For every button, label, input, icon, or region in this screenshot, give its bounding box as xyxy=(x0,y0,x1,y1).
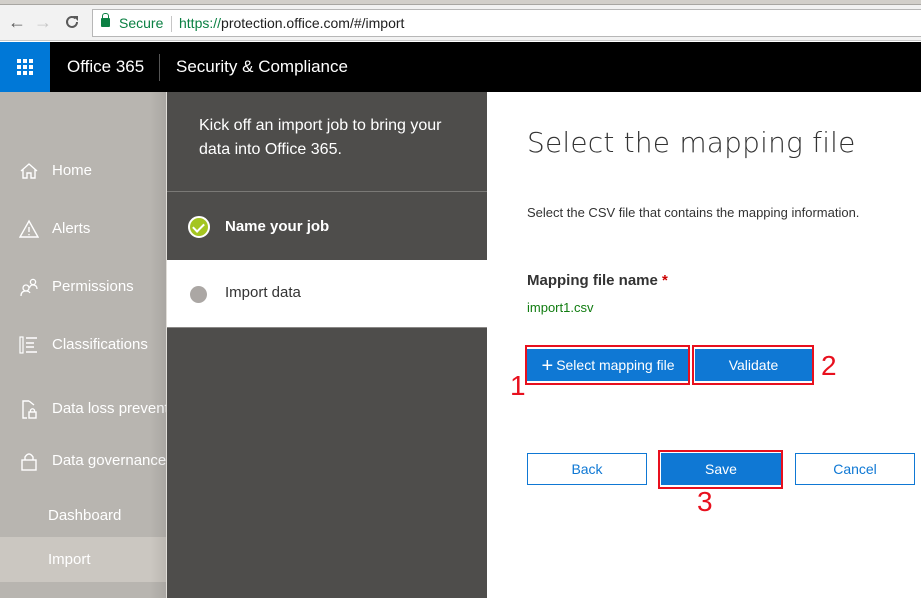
alert-icon xyxy=(19,219,39,238)
url-path: /#/import xyxy=(349,15,405,31)
sidebar-item-label: Permissions xyxy=(52,278,134,295)
url-scheme: https:// xyxy=(179,15,222,31)
url-text: https://protection.office.com/#/import xyxy=(179,10,404,36)
browser-toolbar: ← → Secure https://protection.office.com… xyxy=(0,5,921,41)
waffle-icon xyxy=(17,59,33,75)
sidebar-item-label: Alerts xyxy=(52,220,91,237)
secure-label: Secure xyxy=(119,15,164,31)
step-label: Import data xyxy=(225,284,301,301)
suite-header: Office 365 Security & Compliance xyxy=(0,42,921,92)
main-content: Select the mapping file Select the CSV f… xyxy=(487,92,921,598)
sidebar-item-classifications[interactable]: Classifications xyxy=(0,323,166,367)
annotation-number-2: 2 xyxy=(821,350,837,381)
required-marker: * xyxy=(662,272,668,289)
sidebar-item-alerts[interactable]: Alerts xyxy=(0,207,166,251)
reload-glyph xyxy=(66,15,78,28)
sidebar-item-label: Home xyxy=(52,162,93,179)
sidebar-subitem-dashboard[interactable]: Dashboard xyxy=(0,493,166,538)
sidebar-item-permissions[interactable]: Permissions xyxy=(0,265,166,309)
app-title[interactable]: Security & Compliance xyxy=(176,42,348,92)
page-description: Select the CSV file that contains the ma… xyxy=(527,205,860,220)
back-button[interactable]: Back xyxy=(527,453,647,485)
sidebar-item-data-loss-prevention[interactable]: Data loss prevention xyxy=(0,387,166,431)
step-label: Name your job xyxy=(225,218,330,235)
save-button[interactable]: Save xyxy=(661,453,781,485)
lock-icon xyxy=(21,453,37,471)
mapping-file-value: import1.csv xyxy=(527,300,594,315)
people-icon xyxy=(20,278,38,297)
address-separator xyxy=(171,16,172,32)
reload-icon[interactable] xyxy=(61,11,83,33)
cancel-button[interactable]: Cancel xyxy=(795,453,915,485)
sidebar-item-home[interactable]: Home xyxy=(0,149,166,193)
sidebar-item-label: Classifications xyxy=(52,336,148,353)
annotation-number-1: 1 xyxy=(510,370,526,401)
back-arrow-icon[interactable]: ← xyxy=(6,11,28,33)
forward-arrow-icon[interactable]: → xyxy=(32,11,54,33)
validate-button[interactable]: Validate xyxy=(695,349,812,381)
annotation-number-3: 3 xyxy=(697,486,713,517)
sidebar-shadow xyxy=(150,92,166,598)
sidebar-item-label: Data governance xyxy=(52,452,166,469)
address-bar[interactable]: Secure https://protection.office.com/#/i… xyxy=(92,9,921,37)
wizard-step-import-data[interactable]: Import data xyxy=(167,260,488,328)
brand-link[interactable]: Office 365 xyxy=(67,42,144,92)
mapping-file-label: Mapping file name * xyxy=(527,272,668,289)
wizard-intro: Kick off an import job to bring your dat… xyxy=(199,117,442,158)
field-label-text: Mapping file name xyxy=(527,272,658,289)
home-icon xyxy=(20,163,38,179)
select-mapping-file-button[interactable]: + Select mapping file xyxy=(527,349,689,381)
sidebar-item-label: Data loss prevention xyxy=(52,400,166,417)
wizard-step-name-your-job[interactable]: Name your job xyxy=(167,192,488,260)
plus-icon: + xyxy=(541,355,554,377)
lock-icon xyxy=(101,13,110,27)
url-host: protection.office.com xyxy=(221,15,350,31)
page-title: Select the mapping file xyxy=(527,126,856,159)
header-divider xyxy=(159,54,160,81)
left-nav: Home Alerts Permissions Classifications … xyxy=(0,92,166,598)
sidebar-item-data-governance[interactable]: Data governance xyxy=(0,439,166,483)
app-launcher-button[interactable] xyxy=(0,42,50,92)
document-lock-icon xyxy=(22,400,37,419)
sidebar-subitem-import[interactable]: Import xyxy=(0,537,166,582)
list-icon xyxy=(19,336,37,354)
button-label: Select mapping file xyxy=(556,357,675,373)
wizard-steps-panel: Kick off an import job to bring your dat… xyxy=(166,92,488,598)
checkmark-circle-icon xyxy=(188,216,210,238)
pending-circle-icon xyxy=(190,286,207,303)
